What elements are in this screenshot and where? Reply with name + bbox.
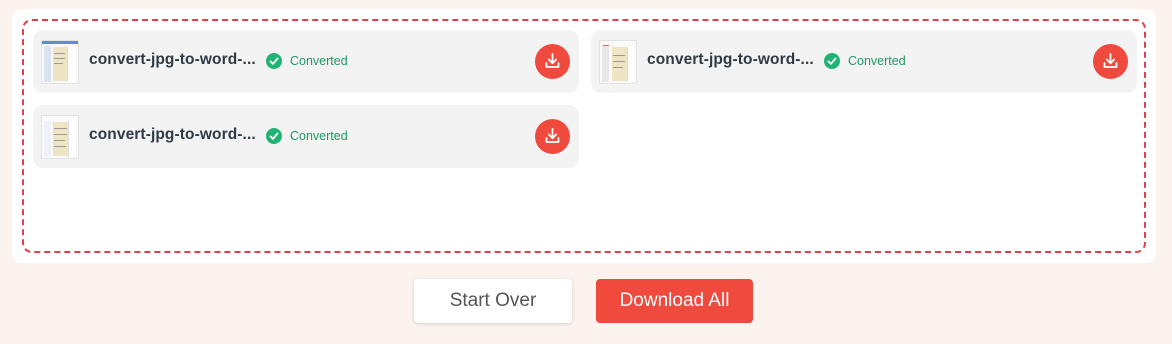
file-name: convert-jpg-to-word-... [647,51,814,68]
file-thumbnail [41,115,79,159]
file-status: Converted [290,54,348,68]
file-thumbnail [599,40,637,84]
file-name: convert-jpg-to-word-... [89,126,256,143]
file-name: convert-jpg-to-word-... [89,51,256,68]
file-status: Converted [290,129,348,143]
download-icon [1103,53,1118,68]
download-file-button[interactable] [535,119,570,154]
download-icon [545,53,560,68]
file-thumbnail [41,40,79,84]
file-card: convert-jpg-to-word-... Converted [591,30,1137,93]
download-icon [545,128,560,143]
results-panel: convert-jpg-to-word-... Converted conver… [12,9,1156,263]
file-card: convert-jpg-to-word-... Converted [33,105,579,168]
file-status: Converted [848,54,906,68]
download-file-button[interactable] [535,44,570,79]
download-all-button[interactable]: Download All [596,279,753,323]
check-circle-icon [824,53,840,69]
start-over-button[interactable]: Start Over [414,279,572,323]
check-circle-icon [266,53,282,69]
check-circle-icon [266,128,282,144]
file-dropzone[interactable]: convert-jpg-to-word-... Converted conver… [22,19,1146,253]
file-card: convert-jpg-to-word-... Converted [33,30,579,93]
download-file-button[interactable] [1093,44,1128,79]
